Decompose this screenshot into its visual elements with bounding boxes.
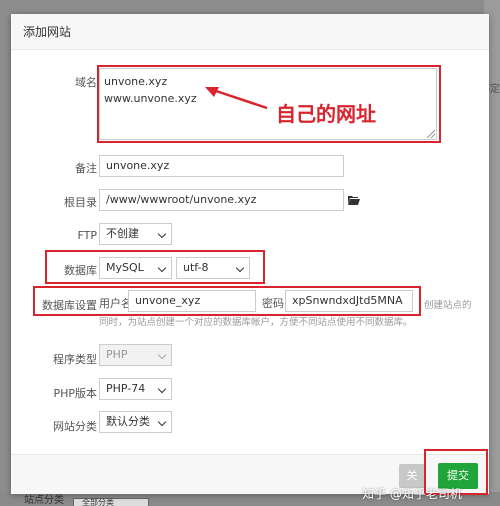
- database-highlight-box: [45, 250, 265, 284]
- remark-input[interactable]: unvone.xyz: [99, 155, 344, 177]
- modal-title: 添加网站: [11, 14, 489, 50]
- background-category-select: 全部分类: [73, 498, 149, 506]
- ftp-label: FTP: [77, 229, 98, 242]
- remark-label: 备注: [75, 162, 97, 175]
- root-dir-input[interactable]: /www/wwwroot/unvone.xyz: [99, 189, 344, 211]
- site-category-select[interactable]: 默认分类: [99, 411, 172, 433]
- site-category-label: 网站分类: [53, 420, 97, 433]
- add-site-modal: 添加网站 域名 unvone.xyz www.unvone.xyz 自己的网址 …: [11, 14, 489, 495]
- root-dir-label: 根目录: [64, 196, 97, 209]
- program-type-select: PHP: [99, 344, 172, 366]
- domain-highlight-box: [97, 65, 441, 143]
- php-version-select[interactable]: PHP-74: [99, 378, 172, 400]
- program-type-label: 程序类型: [53, 353, 97, 366]
- folder-open-icon[interactable]: [348, 195, 360, 205]
- watermark: 知乎 @知乎老司机: [362, 487, 462, 501]
- db-settings-highlight-box: [33, 286, 421, 316]
- domain-label: 域名: [75, 76, 97, 89]
- ftp-select[interactable]: 不创建: [99, 223, 172, 245]
- db-hint-below: 同时，为站点创建一个对应的数据库帐户，方便不同站点使用不同数据库。: [99, 317, 413, 328]
- php-version-label: PHP版本: [53, 387, 97, 400]
- db-hint-right: 创建站点的: [424, 300, 472, 311]
